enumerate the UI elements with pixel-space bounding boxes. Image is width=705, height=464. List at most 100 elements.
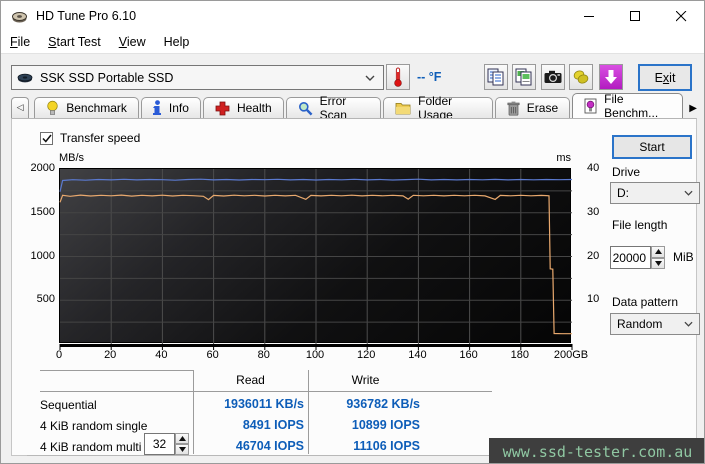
x-tick-label: 120: [357, 349, 375, 361]
random-single-read-value: 8491 IOPS: [193, 418, 304, 432]
y-axis-right-tick-labels: 40302010: [577, 168, 607, 343]
row-random-multi-label: 4 KiB random multi: [40, 440, 141, 454]
close-icon: [676, 11, 687, 22]
health-cross-icon: [215, 101, 230, 116]
window-title: HD Tune Pro 6.10: [36, 9, 136, 23]
random-multi-write-value: 11106 IOPS: [308, 439, 420, 453]
stepper-up-icon[interactable]: [651, 246, 665, 258]
random-multi-read-value: 46704 IOPS: [193, 439, 304, 453]
scroll-right-icon: ▶: [689, 103, 697, 114]
file-length-label: File length: [612, 218, 667, 232]
data-pattern-select[interactable]: Random: [610, 313, 700, 335]
exit-button[interactable]: Exit: [638, 64, 692, 91]
copy-image-icon: [515, 68, 533, 86]
stepper-down-icon[interactable]: [175, 444, 189, 455]
donate-button[interactable]: [569, 64, 593, 90]
table-header-line: [40, 391, 492, 392]
write-column-header: Write: [308, 373, 423, 387]
drive-disk-icon: [17, 72, 33, 84]
y-axis-left-title: MB/s: [59, 152, 84, 164]
stepper-up-icon[interactable]: [175, 433, 189, 444]
stepper-down-icon[interactable]: [651, 258, 665, 270]
tab-erase[interactable]: Erase: [495, 97, 570, 118]
chevron-down-icon: [684, 190, 693, 196]
close-button[interactable]: [658, 1, 704, 31]
menu-help[interactable]: Help: [155, 33, 199, 51]
x-tick-label: 0: [56, 349, 62, 361]
x-tick-label: 160: [459, 349, 477, 361]
tab-erase-label: Erase: [527, 101, 558, 115]
tab-info[interactable]: Info: [141, 97, 201, 118]
tab-health-label: Health: [237, 101, 272, 115]
tab-strip: ◁ Benchmark Info Health Error Scan: [11, 93, 697, 118]
temperature-button[interactable]: [386, 64, 410, 90]
menu-file[interactable]: File: [1, 33, 39, 51]
menu-view[interactable]: View: [110, 33, 155, 51]
tab-file-benchmark[interactable]: File Benchm...: [572, 93, 683, 118]
x-tick-label: 140: [408, 349, 426, 361]
tab-benchmark[interactable]: Benchmark: [34, 97, 139, 118]
row-sequential-label: Sequential: [40, 398, 97, 412]
x-tick-label: 80: [258, 349, 270, 361]
tab-error-scan[interactable]: Error Scan: [286, 97, 382, 118]
queue-depth-input[interactable]: 32: [144, 433, 175, 455]
download-arrow-icon: [604, 69, 618, 85]
queue-depth-stepper[interactable]: [175, 433, 189, 455]
scroll-left-icon: ◁: [17, 103, 24, 113]
camera-icon: [544, 70, 562, 84]
screenshot-button[interactable]: [541, 64, 565, 90]
tab-file-benchmark-label: File Benchm...: [604, 92, 671, 120]
menu-bar: File Start Test View Help: [1, 31, 704, 53]
tab-health[interactable]: Health: [203, 97, 284, 118]
x-tick-label: 20: [104, 349, 116, 361]
watermark: www.ssd-tester.com.au: [489, 438, 705, 464]
drive-select-value: D:: [617, 186, 684, 200]
data-pattern-value: Random: [617, 317, 684, 331]
chevron-down-icon: [684, 321, 693, 327]
file-length-unit: MiB: [673, 250, 694, 264]
sequential-read-value: 1936011 KB/s: [193, 397, 304, 411]
y-right-tick-label: 40: [587, 162, 599, 174]
title-bar: HD Tune Pro 6.10: [1, 1, 704, 31]
transfer-speed-chart: [59, 168, 571, 343]
copy-text-icon: [487, 68, 505, 86]
thermometer-icon: [393, 67, 403, 87]
y-right-tick-label: 10: [587, 293, 599, 305]
minimize-button[interactable]: [566, 1, 612, 31]
file-length-stepper[interactable]: [651, 246, 665, 269]
x-tick-label: 60: [206, 349, 218, 361]
lightbulb-icon: [46, 100, 59, 116]
magnifier-icon: [298, 101, 313, 116]
sequential-write-value: 936782 KB/s: [308, 397, 420, 411]
x-axis-tick-labels: 020406080100120140160180200GB: [59, 349, 571, 363]
y-left-tick-label: 1000: [31, 250, 55, 262]
y-left-tick-label: 2000: [31, 162, 55, 174]
info-icon: [153, 100, 162, 116]
toolbar: SSK SSD Portable SSD -- °F: [1, 53, 704, 93]
file-length-input[interactable]: 20000: [610, 246, 651, 269]
checkmark-icon: [42, 134, 52, 143]
chart-plot-area: [60, 169, 572, 351]
tab-scroll-left-button[interactable]: ◁: [11, 97, 29, 118]
transfer-speed-checkbox[interactable]: [40, 132, 53, 145]
file-benchmark-panel: Transfer speed MB/s ms 200015001000500 4…: [11, 118, 697, 456]
maximize-button[interactable]: [612, 1, 658, 31]
tab-scroll-right-button[interactable]: ▶: [689, 103, 697, 114]
drive-select[interactable]: D:: [610, 182, 700, 204]
copy-text-button[interactable]: [484, 64, 508, 90]
drive-label: Drive: [612, 165, 640, 179]
y-right-tick-label: 30: [587, 206, 599, 218]
random-single-write-value: 10899 IOPS: [308, 418, 420, 432]
drive-selector-dropdown[interactable]: SSK SSD Portable SSD: [11, 65, 384, 90]
download-button[interactable]: [599, 64, 623, 90]
tab-benchmark-label: Benchmark: [66, 101, 127, 115]
table-top-line: [40, 370, 193, 371]
x-tick-label: 180: [511, 349, 529, 361]
y-right-tick-label: 20: [587, 250, 599, 262]
tab-folder-usage[interactable]: Folder Usage: [383, 97, 493, 118]
copy-image-button[interactable]: [512, 64, 536, 90]
temperature-value: -- °F: [417, 70, 441, 84]
menu-start-test[interactable]: Start Test: [39, 33, 110, 51]
start-button[interactable]: Start: [612, 135, 692, 159]
folder-icon: [395, 102, 411, 115]
